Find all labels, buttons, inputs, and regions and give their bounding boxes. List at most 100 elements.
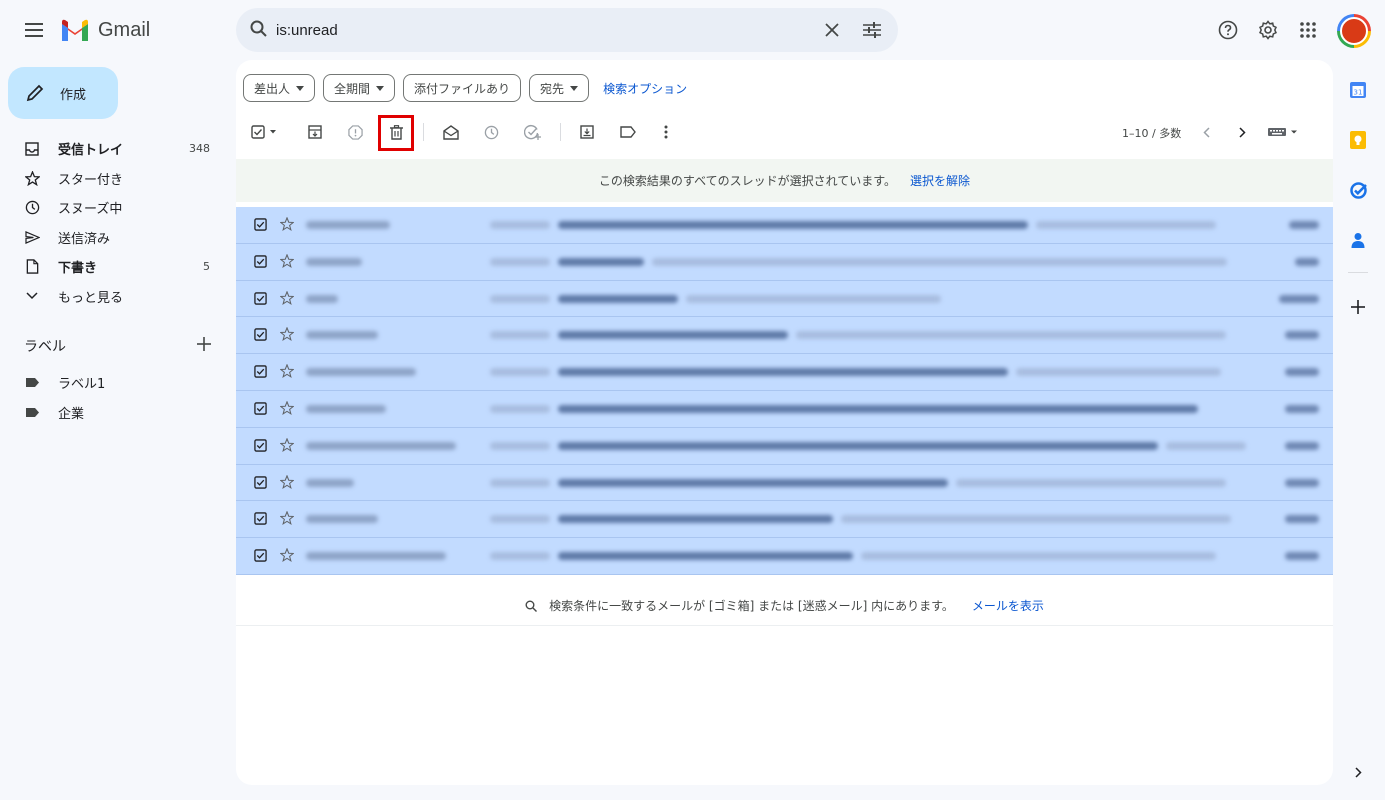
move-to-button[interactable]: [575, 120, 599, 144]
row-checkbox[interactable]: [254, 512, 267, 529]
row-checkbox[interactable]: [254, 255, 267, 272]
sidebar-item-starred[interactable]: スター付き: [0, 164, 225, 194]
input-tools-button[interactable]: [1266, 120, 1302, 144]
sidebar-item-more[interactable]: もっと見る: [0, 282, 225, 312]
newer-page-button[interactable]: [1194, 120, 1218, 144]
email-row[interactable]: [236, 465, 1333, 502]
gmail-logo[interactable]: Gmail: [60, 16, 150, 44]
search-options-button[interactable]: [861, 19, 883, 41]
add-to-tasks-button[interactable]: [520, 120, 544, 144]
row-checkbox[interactable]: [254, 218, 267, 235]
sidebar-item-inbox[interactable]: 受信トレイ 348: [0, 134, 225, 164]
support-button[interactable]: [1212, 14, 1244, 46]
close-icon: [825, 23, 839, 37]
report-spam-button[interactable]: [343, 120, 367, 144]
app-name: Gmail: [98, 18, 151, 41]
row-star[interactable]: [279, 363, 295, 382]
archive-button[interactable]: [303, 120, 327, 144]
row-date: [1285, 441, 1319, 450]
row-label-chip: [490, 294, 550, 303]
calendar-icon: 31: [1350, 82, 1366, 98]
email-row[interactable]: [236, 207, 1333, 244]
email-row[interactable]: [236, 538, 1333, 575]
keep-app-button[interactable]: [1340, 122, 1376, 158]
row-star[interactable]: [279, 437, 295, 456]
chip-date[interactable]: 全期間: [323, 74, 396, 102]
email-row[interactable]: [236, 391, 1333, 428]
more-actions-button[interactable]: [654, 120, 678, 144]
row-checkbox[interactable]: [254, 549, 267, 566]
contacts-app-button[interactable]: [1340, 222, 1376, 258]
row-checkbox[interactable]: [254, 291, 267, 309]
row-checkbox[interactable]: [254, 475, 267, 493]
row-label-chip: [490, 331, 550, 340]
row-snippet: [686, 294, 941, 303]
chip-label: 宛先: [540, 81, 565, 96]
star-icon: [279, 216, 295, 231]
row-snippet: [1166, 441, 1246, 450]
row-snippet: [652, 257, 1227, 266]
row-star[interactable]: [279, 400, 295, 419]
clear-selection-link[interactable]: 選択を解除: [910, 172, 970, 189]
get-addons-button[interactable]: [1340, 289, 1376, 325]
tasks-app-button[interactable]: [1340, 172, 1376, 208]
email-row[interactable]: [236, 501, 1333, 539]
sidebar-item-drafts[interactable]: 下書き 5: [0, 252, 225, 282]
show-messages-link[interactable]: メールを表示: [972, 597, 1044, 614]
sidebar-item-label1[interactable]: ラベル1: [0, 368, 225, 398]
row-star[interactable]: [279, 547, 295, 566]
star-icon: [279, 290, 295, 305]
row-checkbox[interactable]: [254, 439, 267, 456]
email-row[interactable]: [236, 244, 1333, 281]
main-menu-button[interactable]: [20, 16, 48, 44]
search-icon[interactable]: [250, 20, 268, 42]
chip-has-attachment[interactable]: 添付ファイルあり: [403, 74, 522, 102]
compose-button[interactable]: 作成: [8, 67, 118, 119]
sidebar-item-sent[interactable]: 送信済み: [0, 223, 225, 253]
row-star[interactable]: [279, 474, 295, 493]
account-avatar[interactable]: [1337, 14, 1371, 48]
row-date: [1285, 368, 1319, 377]
labels-button[interactable]: [616, 120, 640, 144]
sidebar-item-label: 下書き: [58, 261, 98, 277]
create-label-button[interactable]: [194, 334, 214, 354]
email-row[interactable]: [236, 281, 1333, 318]
apps-button[interactable]: [1292, 14, 1324, 46]
row-checkbox[interactable]: [254, 402, 267, 419]
sidebar-item-label: ラベル1: [58, 377, 106, 393]
row-star[interactable]: [279, 216, 295, 235]
search-input[interactable]: [276, 18, 776, 42]
gear-icon: [1259, 20, 1277, 40]
row-subject: [558, 478, 948, 487]
chip-to[interactable]: 宛先: [529, 74, 590, 102]
row-checkbox[interactable]: [254, 328, 267, 345]
select-all-checkbox[interactable]: [248, 120, 282, 144]
side-panel-rail: 31: [1340, 72, 1376, 339]
row-star[interactable]: [279, 253, 295, 272]
older-page-button[interactable]: [1230, 120, 1254, 144]
sidebar-item-snoozed[interactable]: スヌーズ中: [0, 193, 225, 223]
advanced-search-link[interactable]: 検索オプション: [603, 80, 687, 97]
star-icon: [279, 437, 295, 452]
email-row[interactable]: [236, 354, 1333, 391]
email-row[interactable]: [236, 317, 1333, 355]
row-star[interactable]: [279, 290, 295, 309]
row-star[interactable]: [279, 326, 295, 345]
mark-as-read-button[interactable]: [439, 120, 463, 144]
sidebar-item-company[interactable]: 企業: [0, 398, 225, 428]
draft-icon: [24, 259, 40, 275]
email-row[interactable]: [236, 428, 1333, 465]
chip-from[interactable]: 差出人: [243, 74, 316, 102]
star-icon: [279, 547, 295, 563]
chevron-left-icon: [1202, 126, 1210, 138]
row-subject: [558, 368, 1008, 377]
row-star[interactable]: [279, 510, 295, 529]
plus-icon: [1351, 300, 1365, 314]
show-side-panel-button[interactable]: [1348, 762, 1368, 782]
row-checkbox[interactable]: [254, 365, 267, 382]
snooze-button[interactable]: [479, 120, 503, 144]
clear-search-button[interactable]: [821, 19, 843, 41]
calendar-app-button[interactable]: 31: [1340, 72, 1376, 108]
star-icon: [279, 326, 295, 342]
settings-button[interactable]: [1252, 14, 1284, 46]
